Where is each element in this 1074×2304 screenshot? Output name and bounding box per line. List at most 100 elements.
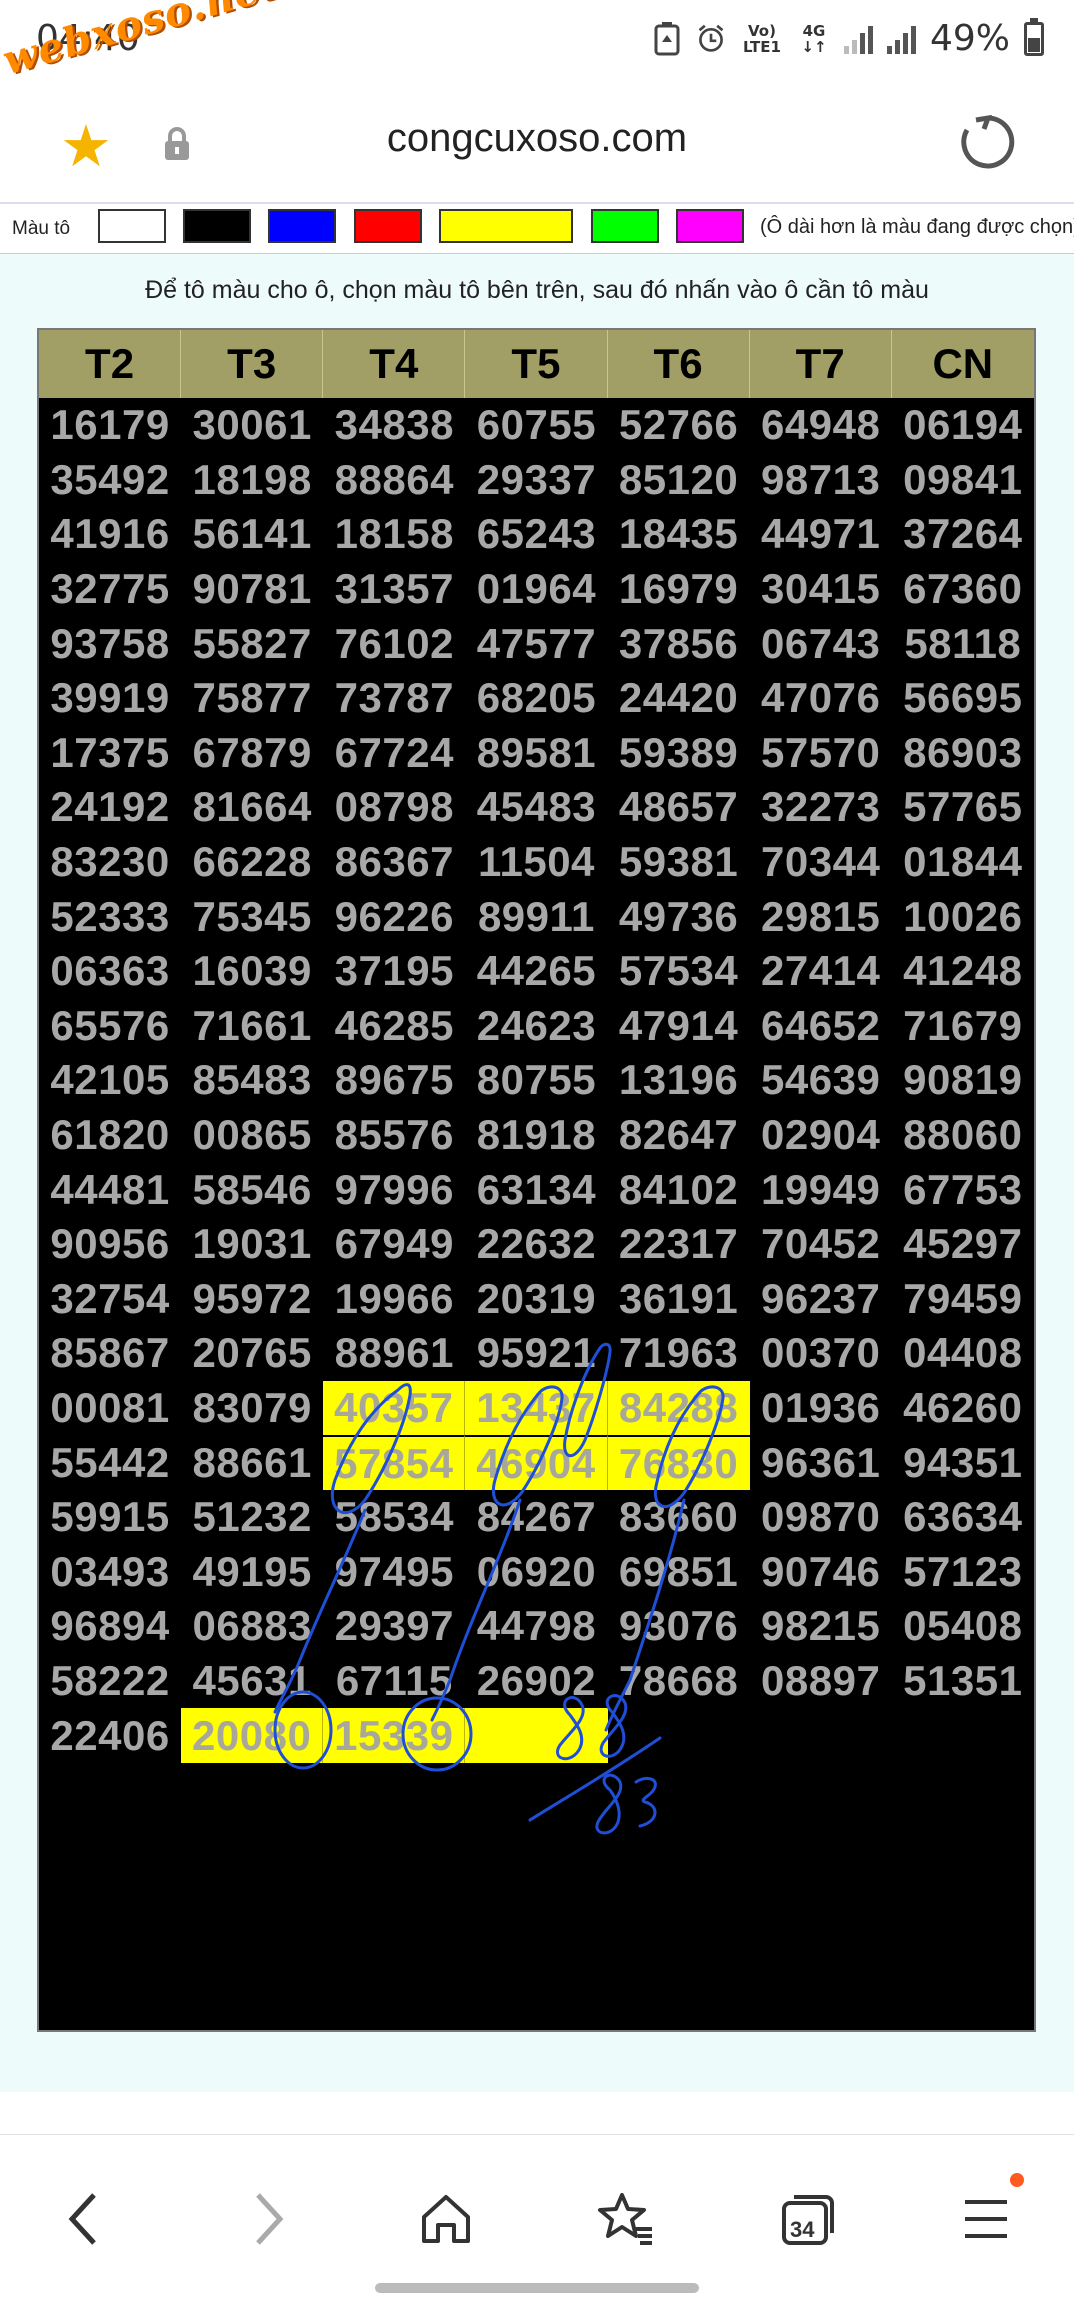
number-cell[interactable]: 95921 (465, 1326, 607, 1381)
swatch-blue[interactable] (268, 209, 336, 243)
number-cell[interactable]: 08897 (750, 1654, 892, 1709)
number-cell[interactable]: 59915 (39, 1490, 181, 1545)
number-cell[interactable]: 06883 (181, 1599, 323, 1654)
number-cell[interactable] (892, 1708, 1034, 1763)
number-cell[interactable]: 90956 (39, 1217, 181, 1272)
number-cell[interactable]: 24420 (608, 671, 750, 726)
number-cell[interactable]: 04408 (892, 1326, 1034, 1381)
number-cell[interactable]: 51232 (181, 1490, 323, 1545)
number-cell[interactable]: 89581 (465, 726, 607, 781)
number-cell[interactable]: 35492 (39, 453, 181, 508)
number-cell[interactable]: 67879 (181, 726, 323, 781)
number-cell[interactable]: 76102 (323, 616, 465, 671)
number-cell[interactable]: 45483 (465, 780, 607, 835)
back-button[interactable] (44, 2179, 124, 2259)
number-cell[interactable]: 18435 (608, 507, 750, 562)
number-cell[interactable]: 71963 (608, 1326, 750, 1381)
number-cell[interactable]: 55442 (39, 1435, 181, 1490)
number-cell[interactable]: 41916 (39, 507, 181, 562)
number-cell[interactable]: 98713 (750, 453, 892, 508)
number-cell[interactable]: 31357 (323, 562, 465, 617)
number-cell[interactable]: 29397 (323, 1599, 465, 1654)
number-cell[interactable]: 82647 (608, 1108, 750, 1163)
number-cell[interactable]: 59389 (608, 726, 750, 781)
number-cell[interactable]: 86367 (323, 835, 465, 890)
number-cell[interactable]: 93758 (39, 616, 181, 671)
reload-icon[interactable] (958, 112, 1018, 172)
number-cell[interactable]: 26902 (465, 1654, 607, 1709)
number-cell[interactable]: 00865 (181, 1108, 323, 1163)
number-cell[interactable]: 27414 (750, 944, 892, 999)
number-cell[interactable]: 61820 (39, 1108, 181, 1163)
number-cell[interactable]: 06363 (39, 944, 181, 999)
number-cell[interactable]: 75345 (181, 889, 323, 944)
home-indicator[interactable] (375, 2283, 699, 2293)
number-cell[interactable]: 71679 (892, 999, 1034, 1054)
number-cell[interactable]: 89675 (323, 1053, 465, 1108)
number-cell[interactable]: 03493 (39, 1544, 181, 1599)
number-cell[interactable]: 88060 (892, 1108, 1034, 1163)
number-cell[interactable]: 24623 (465, 999, 607, 1054)
number-cell[interactable]: 89911 (465, 889, 607, 944)
number-cell[interactable]: 60755 (465, 398, 607, 453)
number-cell[interactable]: 90819 (892, 1053, 1034, 1108)
number-cell[interactable]: 45631 (181, 1654, 323, 1709)
number-cell[interactable]: 57534 (608, 944, 750, 999)
number-cell[interactable]: 57854 (323, 1435, 466, 1490)
number-cell[interactable]: 29815 (750, 889, 892, 944)
number-cell[interactable]: 20765 (181, 1326, 323, 1381)
number-cell[interactable]: 97495 (323, 1544, 465, 1599)
number-cell[interactable]: 09870 (750, 1490, 892, 1545)
number-cell[interactable]: 49195 (181, 1544, 323, 1599)
number-cell[interactable]: 05408 (892, 1599, 1034, 1654)
number-cell[interactable]: 56141 (181, 507, 323, 562)
swatch-yellow-selected[interactable] (439, 209, 573, 243)
forward-button[interactable] (228, 2179, 308, 2259)
number-cell[interactable]: 67724 (323, 726, 465, 781)
number-cell[interactable]: 67360 (892, 562, 1034, 617)
number-cell[interactable]: 06743 (750, 616, 892, 671)
number-cell[interactable]: 58534 (323, 1490, 465, 1545)
number-cell[interactable] (750, 1708, 892, 1763)
number-cell[interactable]: 44265 (465, 944, 607, 999)
tabs-button[interactable]: 34 (768, 2179, 848, 2259)
number-cell[interactable]: 66228 (181, 835, 323, 890)
number-cell[interactable]: 30061 (181, 398, 323, 453)
number-cell[interactable]: 01844 (892, 835, 1034, 890)
swatch-black[interactable] (183, 209, 251, 243)
number-cell[interactable]: 57765 (892, 780, 1034, 835)
number-cell[interactable]: 96237 (750, 1272, 892, 1327)
number-cell[interactable]: 90781 (181, 562, 323, 617)
number-cell[interactable]: 44971 (750, 507, 892, 562)
number-cell[interactable]: 42105 (39, 1053, 181, 1108)
number-cell[interactable]: 16179 (39, 398, 181, 453)
number-cell[interactable]: 90746 (750, 1544, 892, 1599)
number-cell[interactable]: 88961 (323, 1326, 465, 1381)
swatch-magenta[interactable] (676, 209, 744, 243)
number-cell[interactable]: 70344 (750, 835, 892, 890)
number-cell[interactable]: 10026 (892, 889, 1034, 944)
number-cell[interactable]: 49736 (608, 889, 750, 944)
url-text[interactable]: congcuxoso.com (0, 116, 1074, 161)
number-cell[interactable]: 19966 (323, 1272, 465, 1327)
number-cell[interactable]: 54639 (750, 1053, 892, 1108)
number-cell[interactable]: 01936 (750, 1381, 892, 1436)
number-cell[interactable]: 13196 (608, 1053, 750, 1108)
swatch-white[interactable] (98, 209, 166, 243)
number-cell[interactable]: 64948 (750, 398, 892, 453)
number-cell[interactable]: 86903 (892, 726, 1034, 781)
number-cell[interactable]: 11504 (465, 835, 607, 890)
number-cell[interactable]: 78668 (608, 1654, 750, 1709)
number-cell[interactable]: 29337 (465, 453, 607, 508)
number-cell[interactable]: 65243 (465, 507, 607, 562)
number-cell[interactable]: 85867 (39, 1326, 181, 1381)
number-cell[interactable]: 00370 (750, 1326, 892, 1381)
number-cell[interactable]: 75877 (181, 671, 323, 726)
number-cell[interactable]: 30415 (750, 562, 892, 617)
number-cell[interactable]: 32273 (750, 780, 892, 835)
number-cell[interactable]: 67949 (323, 1217, 465, 1272)
number-cell[interactable]: 88661 (181, 1435, 323, 1490)
number-cell[interactable]: 24192 (39, 780, 181, 835)
number-cell[interactable]: 48657 (608, 780, 750, 835)
number-cell[interactable]: 46904 (465, 1435, 608, 1490)
